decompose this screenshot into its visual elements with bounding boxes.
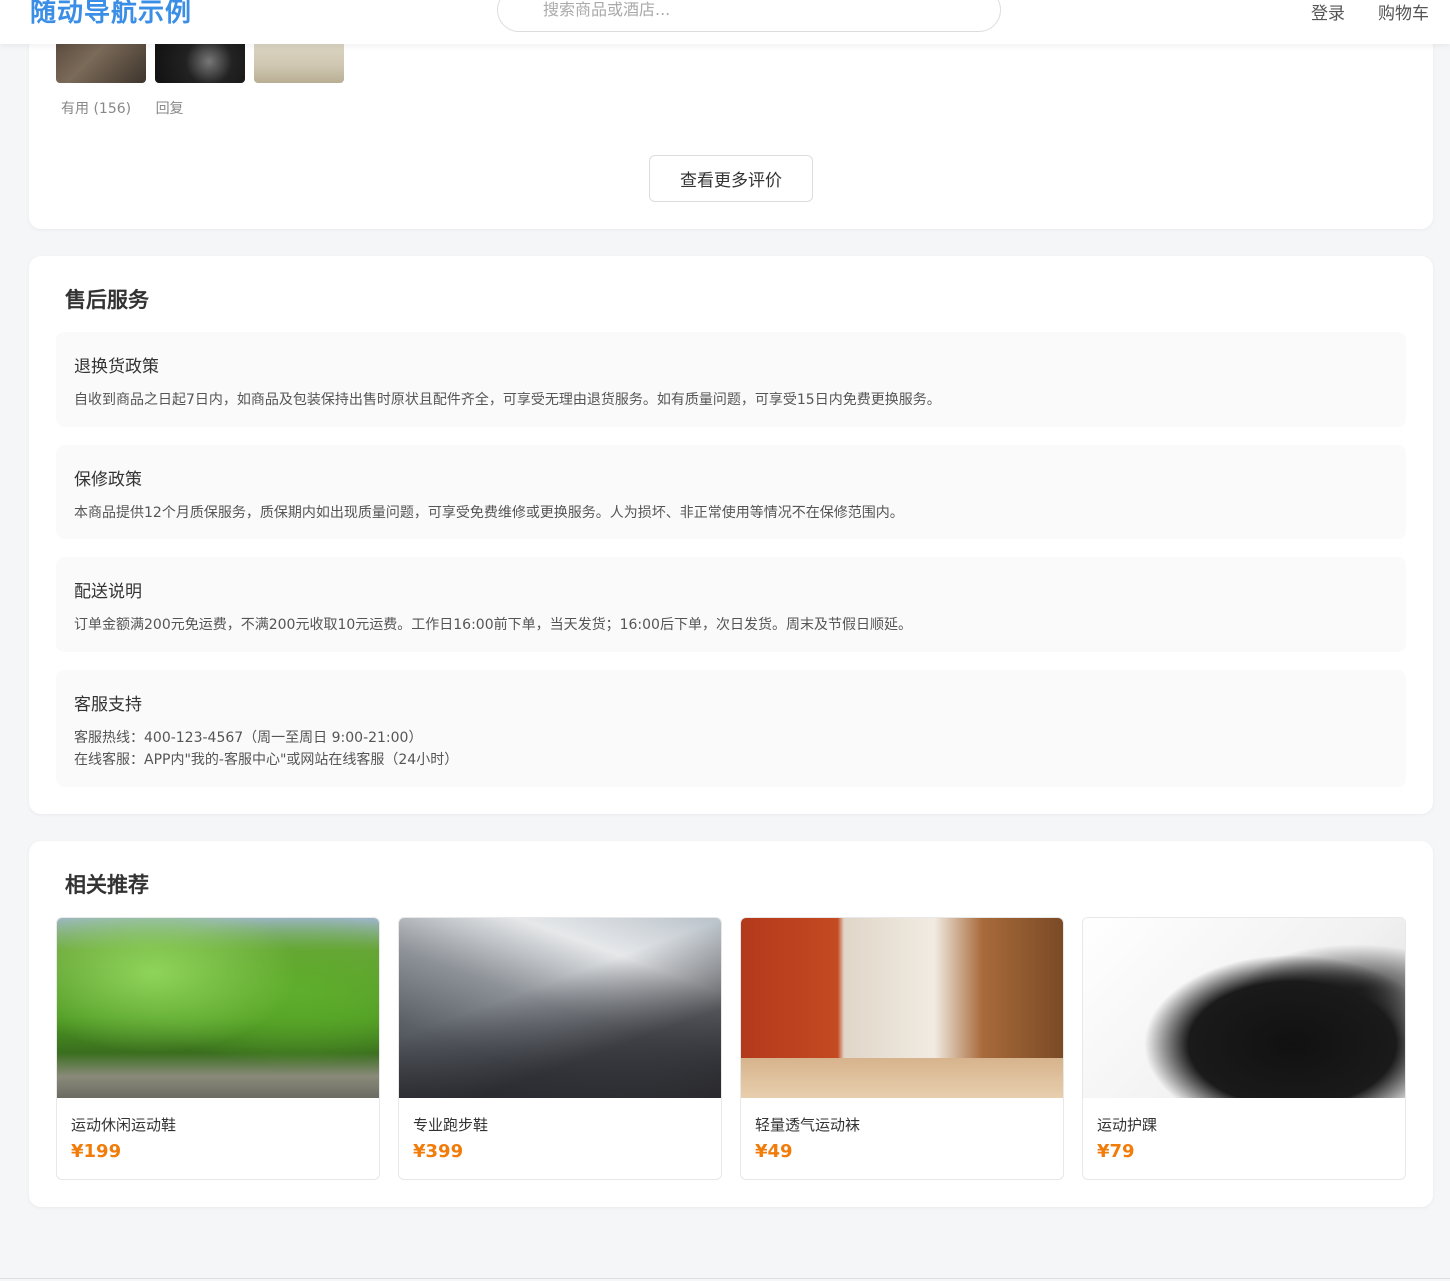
product-price: ¥79 bbox=[1097, 1141, 1135, 1162]
policy-text: 订单金额满200元免运费，不满200元收取10元运费。工作日16:00前下单，当… bbox=[74, 617, 912, 633]
policy-title: 客服支持 bbox=[74, 695, 142, 715]
policy-title: 退换货政策 bbox=[74, 357, 159, 377]
helpful-button[interactable]: 有用 (156) bbox=[61, 101, 131, 117]
product-price: ¥49 bbox=[755, 1141, 793, 1162]
shipping-policy: 配送说明 订单金额满200元免运费，不满200元收取10元运费。工作日16:00… bbox=[56, 557, 1406, 652]
policy-title: 配送说明 bbox=[74, 582, 142, 602]
product-image[interactable] bbox=[399, 918, 721, 1098]
top-nav-bar: 随动导航示例 登录 购物车 bbox=[0, 0, 1450, 44]
review-actions: 有用 (156) 回复 bbox=[61, 98, 204, 118]
product-card[interactable]: 专业跑步鞋 ¥399 bbox=[398, 917, 722, 1180]
search-box[interactable] bbox=[497, 0, 1001, 32]
product-card[interactable]: 运动休闲运动鞋 ¥199 bbox=[56, 917, 380, 1180]
policy-text: 自收到商品之日起7日内，如商品及包装保持出售时原状且配件齐全，可享受无理由退货服… bbox=[74, 392, 941, 408]
cart-link[interactable]: 购物车 bbox=[1378, 0, 1429, 24]
product-image[interactable] bbox=[57, 918, 379, 1098]
footer-divider bbox=[0, 1278, 1450, 1279]
recommendations-card: 相关推荐 运动休闲运动鞋 ¥199 专业跑步鞋 ¥399 轻量透气运动袜 ¥49… bbox=[29, 841, 1433, 1207]
brand-logo[interactable]: 随动导航示例 bbox=[30, 0, 192, 29]
review-photo[interactable] bbox=[155, 40, 245, 83]
return-policy: 退换货政策 自收到商品之日起7日内，如商品及包装保持出售时原状且配件齐全，可享受… bbox=[56, 332, 1406, 427]
product-image[interactable] bbox=[1083, 918, 1405, 1098]
product-name[interactable]: 轻量透气运动袜 bbox=[755, 1114, 860, 1135]
support-online: 在线客服：APP内"我的-客服中心"或网站在线客服（24小时） bbox=[74, 752, 459, 768]
login-link[interactable]: 登录 bbox=[1311, 0, 1345, 24]
policy-title: 保修政策 bbox=[74, 470, 142, 490]
product-image[interactable] bbox=[741, 918, 1063, 1098]
product-price: ¥399 bbox=[413, 1141, 464, 1162]
section-title: 售后服务 bbox=[65, 288, 149, 312]
reply-button[interactable]: 回复 bbox=[156, 101, 184, 117]
policy-text: 本商品提供12个月质保服务，质保期内如出现质量问题，可享受免费维修或更换服务。人… bbox=[74, 505, 904, 521]
product-price: ¥199 bbox=[71, 1141, 122, 1162]
support-hotline: 客服热线：400-123-4567（周一至周日 9:00-21:00） bbox=[74, 730, 423, 746]
product-name[interactable]: 专业跑步鞋 bbox=[413, 1114, 488, 1135]
product-name[interactable]: 运动休闲运动鞋 bbox=[71, 1114, 176, 1135]
product-card[interactable]: 运动护踝 ¥79 bbox=[1082, 917, 1406, 1180]
review-photo[interactable] bbox=[254, 40, 344, 83]
more-reviews-button[interactable]: 查看更多评价 bbox=[649, 155, 813, 202]
after-sales-card: 售后服务 退换货政策 自收到商品之日起7日内，如商品及包装保持出售时原状且配件齐… bbox=[29, 256, 1433, 814]
customer-support: 客服支持 客服热线：400-123-4567（周一至周日 9:00-21:00）… bbox=[56, 670, 1406, 787]
product-name[interactable]: 运动护踝 bbox=[1097, 1114, 1157, 1135]
search-input[interactable] bbox=[543, 0, 1000, 31]
review-photo[interactable] bbox=[56, 40, 146, 83]
product-card[interactable]: 轻量透气运动袜 ¥49 bbox=[740, 917, 1064, 1180]
section-title: 相关推荐 bbox=[65, 873, 149, 897]
warranty-policy: 保修政策 本商品提供12个月质保服务，质保期内如出现质量问题，可享受免费维修或更… bbox=[56, 445, 1406, 539]
